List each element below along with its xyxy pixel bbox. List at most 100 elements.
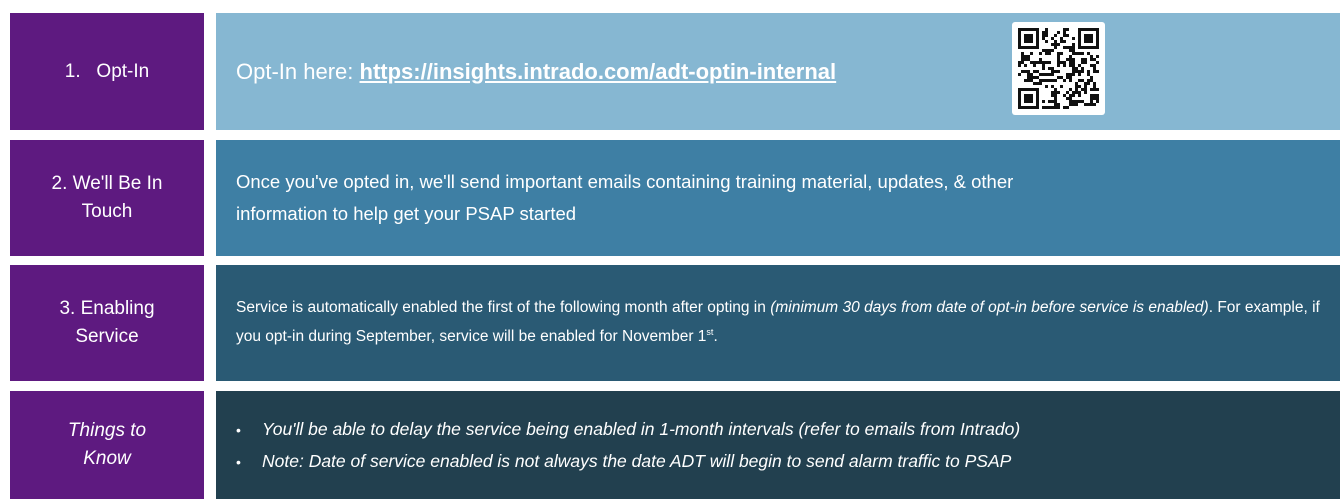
qr-module bbox=[1036, 34, 1039, 37]
qr-module bbox=[1090, 76, 1093, 79]
qr-module bbox=[1036, 40, 1039, 43]
qr-module bbox=[1060, 76, 1063, 79]
qr-module bbox=[1036, 91, 1039, 94]
qr-module bbox=[1081, 46, 1084, 49]
qr-module bbox=[1072, 70, 1075, 73]
qr-module bbox=[1036, 31, 1039, 34]
qr-module bbox=[1018, 43, 1021, 46]
qr-module bbox=[1027, 58, 1030, 61]
qr-module bbox=[1084, 82, 1087, 85]
qr-module bbox=[1063, 40, 1066, 43]
qr-module bbox=[1072, 73, 1075, 76]
qr-module bbox=[1045, 49, 1048, 52]
qr-module bbox=[1039, 52, 1042, 55]
qr-module bbox=[1090, 94, 1093, 97]
qr-module bbox=[1087, 52, 1090, 55]
step-label-opt-in: 1. Opt-In bbox=[10, 13, 204, 130]
qr-module bbox=[1036, 43, 1039, 46]
qr-module bbox=[1084, 58, 1087, 61]
qr-module bbox=[1063, 28, 1066, 31]
qr-module bbox=[1051, 70, 1054, 73]
qr-module bbox=[1060, 40, 1063, 43]
bullet-text: You'll be able to delay the service bein… bbox=[262, 418, 1021, 439]
opt-in-link[interactable]: https://insights.intrado.com/adt-optin-i… bbox=[360, 59, 837, 84]
qr-module bbox=[1054, 94, 1057, 97]
qr-module bbox=[1042, 67, 1045, 70]
qr-module bbox=[1093, 82, 1096, 85]
step-label-line2: Service bbox=[75, 326, 139, 347]
qr-module bbox=[1024, 100, 1027, 103]
qr-module bbox=[1057, 106, 1060, 109]
qr-module bbox=[1078, 31, 1081, 34]
qr-module bbox=[1051, 91, 1054, 94]
qr-module bbox=[1063, 94, 1066, 97]
qr-module bbox=[1018, 97, 1021, 100]
qr-module bbox=[1096, 55, 1099, 58]
qr-module bbox=[1072, 61, 1075, 64]
qr-module bbox=[1042, 100, 1045, 103]
qr-module bbox=[1036, 82, 1039, 85]
qr-module bbox=[1030, 88, 1033, 91]
touch-text-line1: Once you've opted in, we'll send importa… bbox=[236, 171, 1014, 193]
qr-module bbox=[1057, 43, 1060, 46]
qr-module bbox=[1018, 106, 1021, 109]
qr-module bbox=[1057, 31, 1060, 34]
qr-module bbox=[1069, 97, 1072, 100]
qr-module bbox=[1063, 61, 1066, 64]
qr-module bbox=[1024, 28, 1027, 31]
qr-module bbox=[1042, 31, 1045, 34]
qr-module bbox=[1042, 106, 1045, 109]
qr-module bbox=[1090, 46, 1093, 49]
qr-module bbox=[1033, 88, 1036, 91]
qr-module bbox=[1084, 103, 1087, 106]
qr-module bbox=[1078, 64, 1081, 67]
qr-module bbox=[1096, 61, 1099, 64]
qr-module bbox=[1075, 91, 1078, 94]
qr-module bbox=[1093, 88, 1096, 91]
qr-module bbox=[1018, 28, 1021, 31]
qr-module bbox=[1021, 52, 1024, 55]
content-enabling: Service is automatically enabled the fir… bbox=[216, 265, 1340, 381]
qr-module bbox=[1030, 46, 1033, 49]
qr-module bbox=[1081, 28, 1084, 31]
qr-module bbox=[1024, 94, 1027, 97]
qr-module bbox=[1036, 97, 1039, 100]
qr-module bbox=[1021, 46, 1024, 49]
qr-module bbox=[1087, 46, 1090, 49]
qr-module bbox=[1096, 88, 1099, 91]
qr-module bbox=[1039, 61, 1042, 64]
qr-module bbox=[1045, 52, 1048, 55]
qr-module bbox=[1054, 34, 1057, 37]
qr-module bbox=[1021, 70, 1024, 73]
qr-module bbox=[1054, 106, 1057, 109]
bullet-text: Note: Date of service enabled is not alw… bbox=[262, 451, 1012, 471]
qr-module bbox=[1090, 103, 1093, 106]
qr-module bbox=[1066, 46, 1069, 49]
enabling-description: Service is automatically enabled the fir… bbox=[236, 294, 1340, 351]
know-bullet-list: • You'll be able to delay the service be… bbox=[236, 413, 1020, 478]
qr-module bbox=[1090, 79, 1093, 82]
qr-module bbox=[1087, 40, 1090, 43]
qr-module bbox=[1045, 34, 1048, 37]
qr-module bbox=[1036, 28, 1039, 31]
qr-module bbox=[1051, 67, 1054, 70]
qr-module bbox=[1078, 79, 1081, 82]
step-label-text: 1. Opt-In bbox=[64, 60, 150, 82]
qr-module bbox=[1042, 73, 1045, 76]
qr-module bbox=[1069, 64, 1072, 67]
enabling-text-italic: (minimum 30 days from date of opt-in bef… bbox=[770, 299, 1209, 317]
list-item: • You'll be able to delay the service be… bbox=[236, 413, 1020, 445]
qr-module bbox=[1027, 79, 1030, 82]
qr-module bbox=[1048, 61, 1051, 64]
qr-module bbox=[1087, 70, 1090, 73]
qr-module bbox=[1048, 79, 1051, 82]
qr-module bbox=[1078, 37, 1081, 40]
qr-module bbox=[1036, 37, 1039, 40]
qr-module bbox=[1072, 67, 1075, 70]
qr-module bbox=[1096, 31, 1099, 34]
bullet-icon: • bbox=[236, 421, 241, 438]
qr-module bbox=[1018, 94, 1021, 97]
qr-module bbox=[1039, 58, 1042, 61]
qr-module bbox=[1063, 64, 1066, 67]
qr-module bbox=[1051, 43, 1054, 46]
